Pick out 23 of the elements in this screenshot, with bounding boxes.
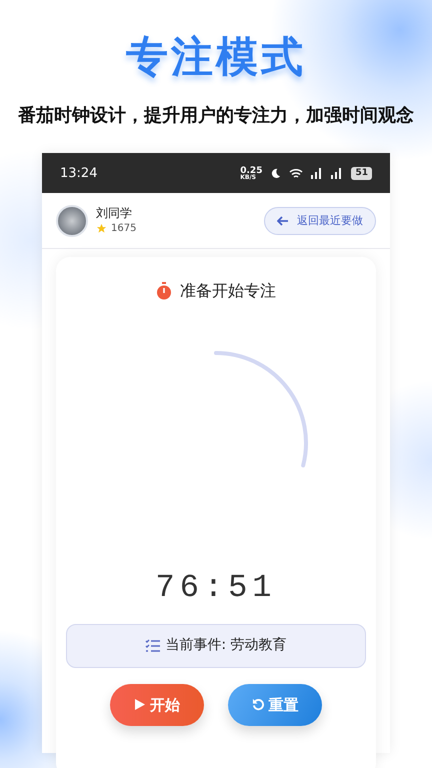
start-button[interactable]: 开始 <box>110 684 204 726</box>
signal-icon <box>311 168 324 179</box>
avatar <box>56 204 88 237</box>
headline: 专注模式 <box>125 32 307 82</box>
user-name: 刘同学 <box>96 206 133 221</box>
arrow-left-icon <box>277 216 289 226</box>
subtitle: 番茄时钟设计，提升用户的专注力，加强时间观念 <box>17 104 415 128</box>
star-icon <box>96 222 107 234</box>
current-event: 当前事件: 劳动教育 <box>165 636 287 656</box>
moon-icon <box>270 168 282 179</box>
wifi-icon <box>289 168 304 179</box>
checklist-icon <box>145 639 162 652</box>
timer-title: 准备开始专注 <box>180 280 276 302</box>
play-icon <box>134 698 146 712</box>
timer-reading: 76:51 <box>154 569 278 608</box>
battery-level: 51 <box>351 166 372 180</box>
signal-icon <box>331 168 344 179</box>
reset-button[interactable]: 重置 <box>228 684 322 726</box>
status-time: 13:24 <box>60 164 98 183</box>
stopwatch-icon <box>156 282 172 300</box>
reset-icon <box>252 698 264 712</box>
points: 1675 <box>111 222 136 236</box>
back-button[interactable]: 返回最近要做 <box>264 206 376 236</box>
